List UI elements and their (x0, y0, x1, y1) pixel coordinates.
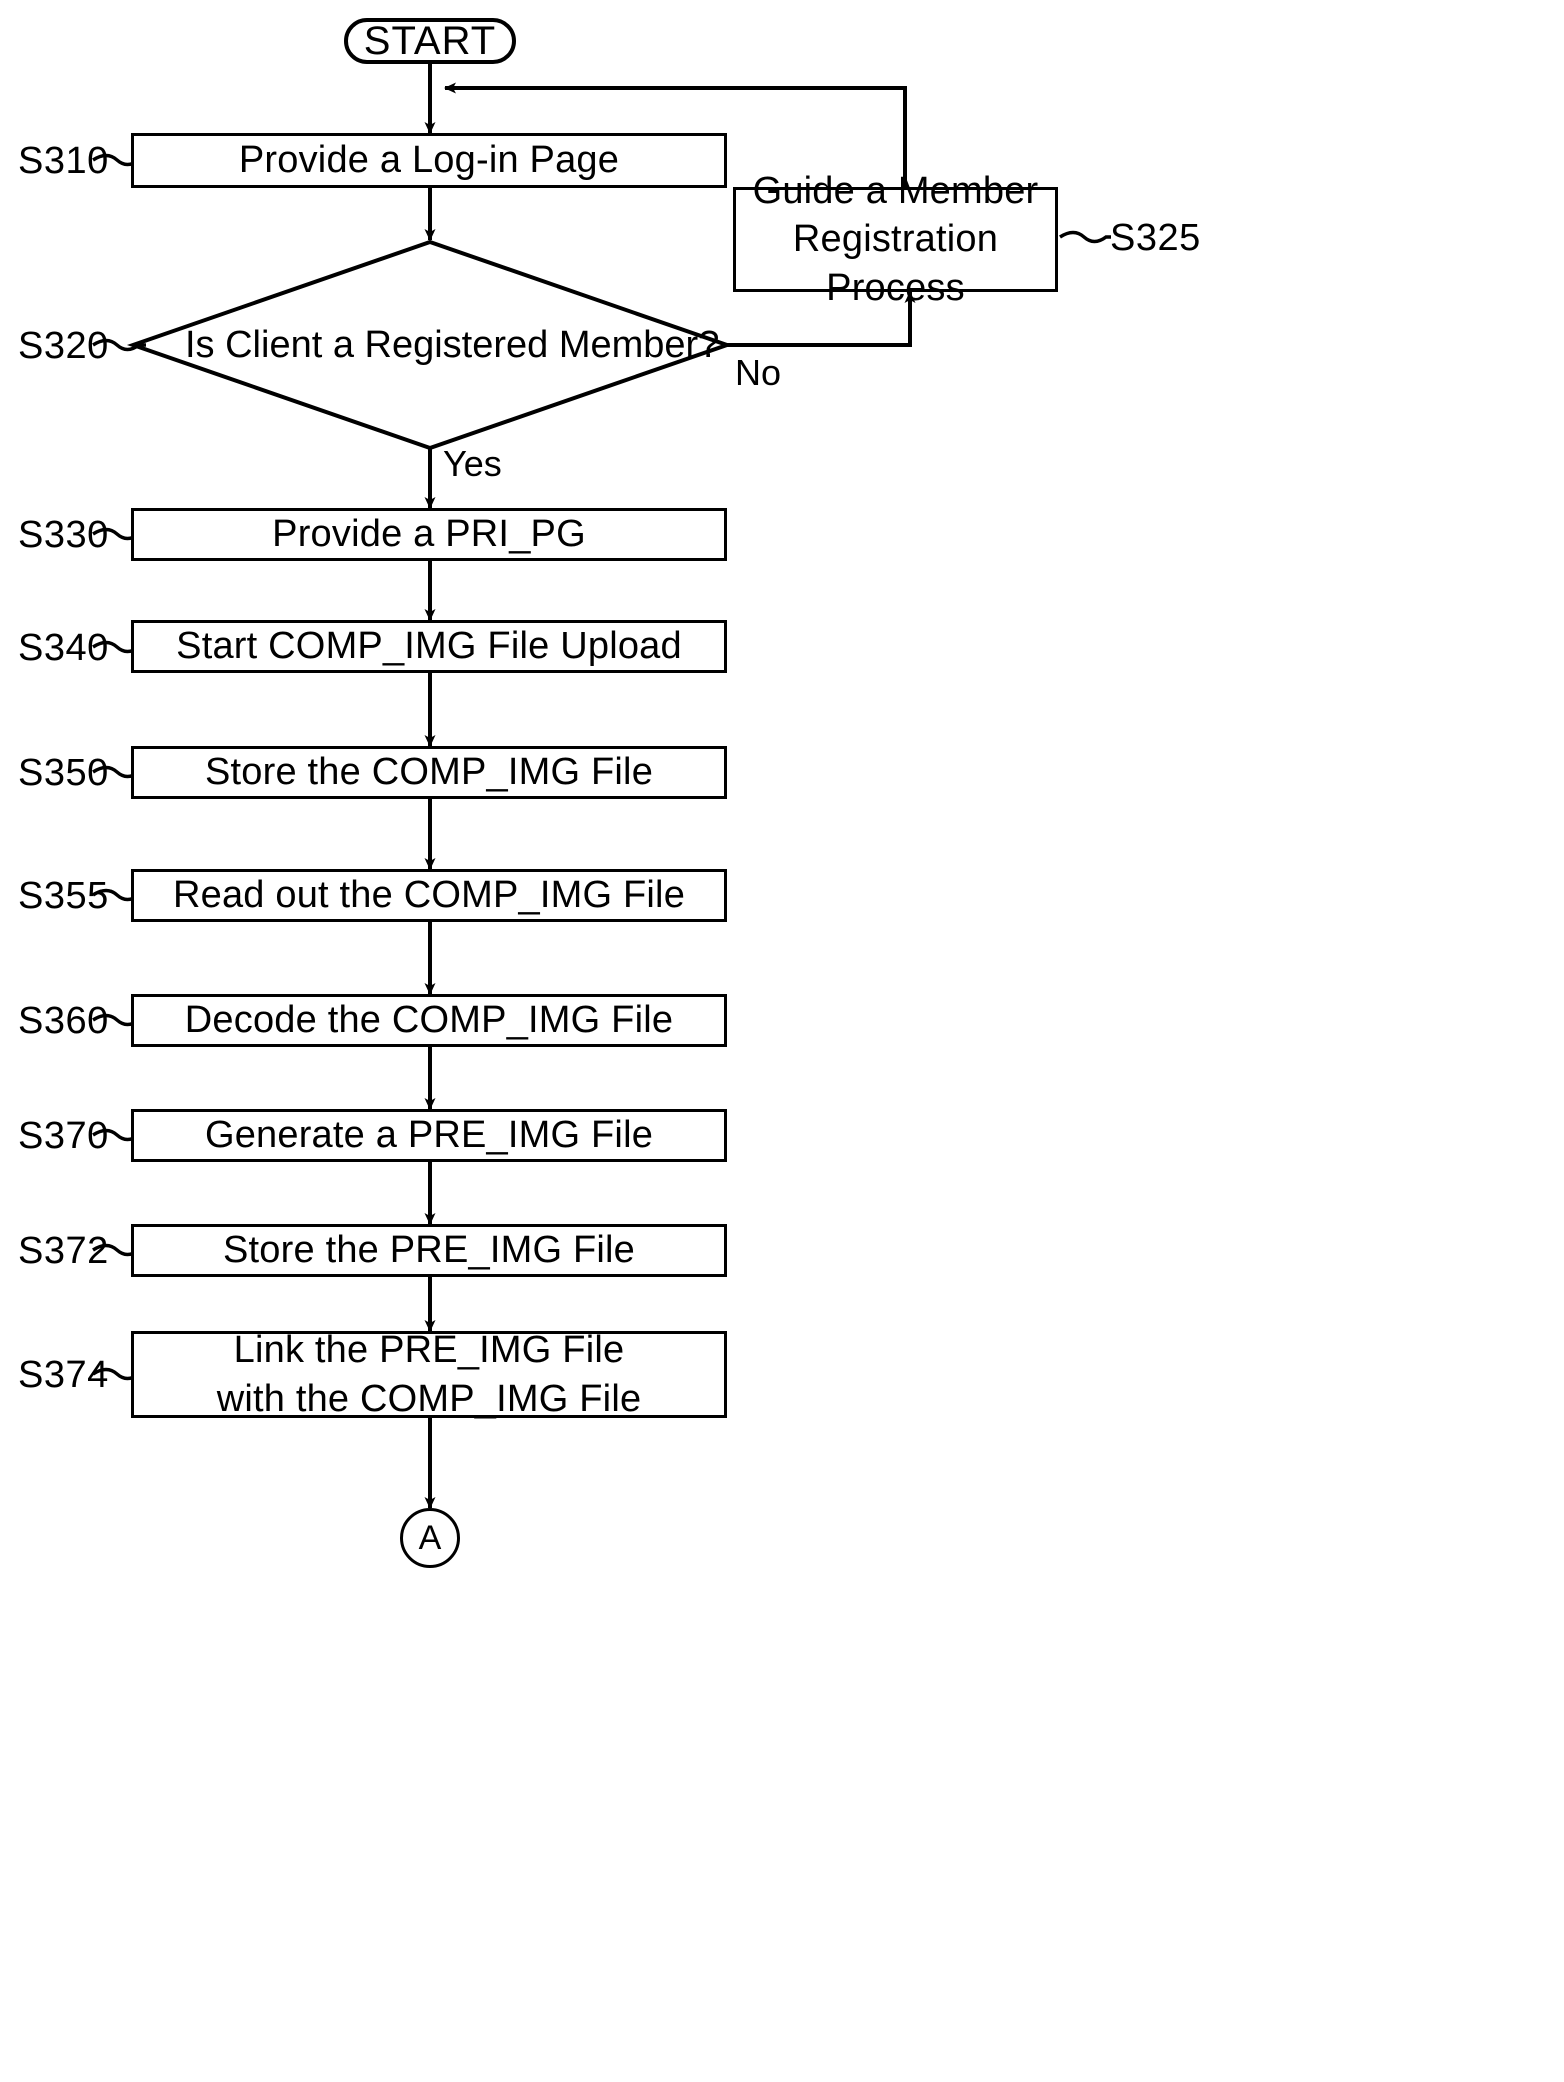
step-label-s370: S370 (18, 1115, 109, 1157)
process-box-s370-text: Generate a PRE_IMG File (204, 1114, 654, 1157)
step-label-s320: S320 (18, 325, 109, 367)
step-label-s330: S330 (18, 514, 109, 556)
step-label-s350: S350 (18, 752, 109, 794)
process-box-s360: Decode the COMP_IMG File (131, 994, 727, 1047)
process-box-s325: Guide a Member Registration Process (733, 170, 1058, 309)
flowchart-canvas: START S310 Provide a Log-in Page S320 Is… (0, 0, 1564, 2082)
process-box-s310-text: Provide a Log-in Page (238, 139, 620, 182)
process-box-s374-line1: Link the PRE_IMG File (233, 1328, 625, 1371)
process-box-s374-line2: with the COMP_IMG File (216, 1377, 642, 1420)
process-box-s350: Store the COMP_IMG File (131, 746, 727, 799)
process-box-s330: Provide a PRI_PG (131, 508, 727, 561)
process-box-s325-line1: Guide a Member (752, 169, 1039, 212)
process-box-s350-text: Store the COMP_IMG File (204, 751, 654, 794)
step-label-s372: S372 (18, 1230, 109, 1272)
process-box-s372-text: Store the PRE_IMG File (223, 1229, 635, 1272)
process-box-s355-text: Read out the COMP_IMG File (172, 874, 686, 917)
start-terminal-label: START (363, 18, 497, 63)
offpage-connector-a: A (400, 1508, 460, 1568)
branch-label-yes: Yes (443, 443, 502, 484)
process-box-s340: Start COMP_IMG File Upload (131, 620, 727, 673)
step-label-s360: S360 (18, 1000, 109, 1042)
process-box-s340-text: Start COMP_IMG File Upload (176, 625, 682, 668)
step-label-s374: S374 (18, 1354, 109, 1396)
process-box-s310: Provide a Log-in Page (131, 133, 727, 188)
process-box-s325-line2: Registration Process (792, 218, 999, 309)
offpage-connector-a-label: A (418, 1518, 442, 1557)
process-box-s374: Link the PRE_IMG File with the COMP_IMG … (131, 1329, 727, 1420)
process-box-s355: Read out the COMP_IMG File (131, 869, 727, 922)
process-box-s370: Generate a PRE_IMG File (131, 1109, 727, 1162)
step-label-s340: S340 (18, 627, 109, 669)
decision-box-s320-text: Is Client a Registered Member? (185, 324, 720, 366)
branch-label-no: No (735, 352, 782, 393)
process-box-s372: Store the PRE_IMG File (131, 1224, 727, 1277)
step-label-s310: S310 (18, 140, 109, 182)
step-label-s355: S355 (18, 875, 109, 917)
step-label-s325: S325 (1110, 217, 1201, 259)
start-terminal: START (344, 18, 516, 64)
process-box-s330-text: Provide a PRI_PG (272, 513, 586, 556)
process-box-s360-text: Decode the COMP_IMG File (184, 999, 674, 1042)
